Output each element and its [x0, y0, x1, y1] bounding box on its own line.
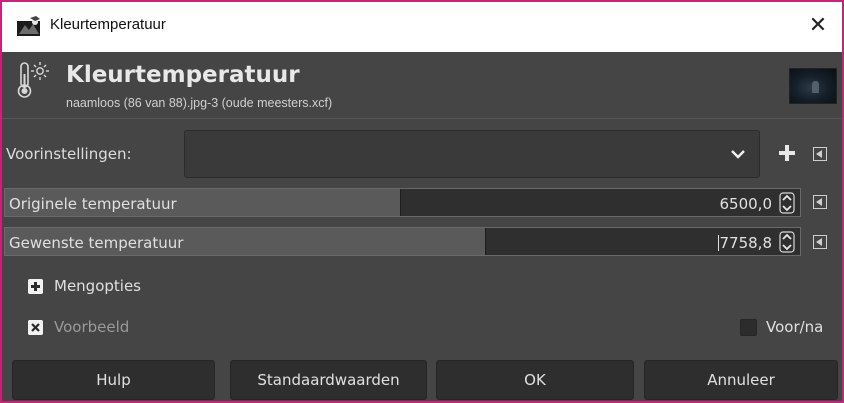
slider-value: 7758,8	[719, 234, 773, 252]
before-after-label: Voor/na	[766, 318, 824, 336]
window-title: Kleurtemperatuur	[50, 16, 166, 33]
target-temperature-menu-icon[interactable]	[813, 235, 827, 249]
text-caret	[717, 235, 719, 251]
expander-label: Mengopties	[54, 277, 141, 295]
original-temperature-menu-icon[interactable]	[813, 195, 827, 209]
image-subtitle: naamloos (86 van 88).jpg-3 (oude meester…	[66, 96, 333, 110]
thermometer-sun-icon	[17, 62, 49, 98]
image-thumbnail	[789, 68, 837, 104]
presets-combobox[interactable]	[184, 130, 760, 178]
reset-defaults-button[interactable]: Standaardwaarden	[230, 360, 427, 400]
ok-button[interactable]: OK	[436, 360, 634, 400]
close-icon[interactable]: ✕	[804, 12, 832, 40]
dialog-window: Kleurtemperatuur ✕ Kleurtemperatuur naam…	[0, 0, 844, 403]
gimp-app-icon	[17, 16, 40, 36]
chevron-down-icon	[731, 150, 745, 159]
spin-arrows-icon[interactable]	[779, 231, 795, 253]
dialog-header: Kleurtemperatuur naamloos (86 van 88).jp…	[2, 52, 842, 118]
cancel-button[interactable]: Annuleer	[644, 360, 838, 400]
presets-menu-icon[interactable]	[813, 147, 827, 161]
help-button[interactable]: Hulp	[12, 360, 215, 400]
original-temperature-slider[interactable]: Originele temperatuur 6500,0	[4, 188, 801, 217]
slider-value[interactable]: 6500,0	[720, 195, 773, 213]
title-bar: Kleurtemperatuur ✕	[2, 2, 842, 52]
expand-plus-icon	[28, 279, 43, 294]
preview-label: Voorbeeld	[54, 318, 130, 336]
checkbox-checked-icon	[28, 320, 43, 335]
add-preset-icon[interactable]	[776, 142, 798, 164]
dialog-title: Kleurtemperatuur	[66, 62, 300, 88]
spin-arrows-icon[interactable]	[779, 192, 795, 214]
slider-value-field[interactable]: 7758,8	[717, 234, 773, 252]
slider-label: Originele temperatuur	[9, 195, 177, 213]
checkbox-unchecked-icon	[740, 319, 757, 336]
target-temperature-slider[interactable]: Gewenste temperatuur 7758,8	[4, 227, 801, 256]
slider-label: Gewenste temperatuur	[9, 234, 184, 252]
header-divider	[2, 118, 842, 119]
presets-label: Voorinstellingen:	[6, 145, 132, 163]
